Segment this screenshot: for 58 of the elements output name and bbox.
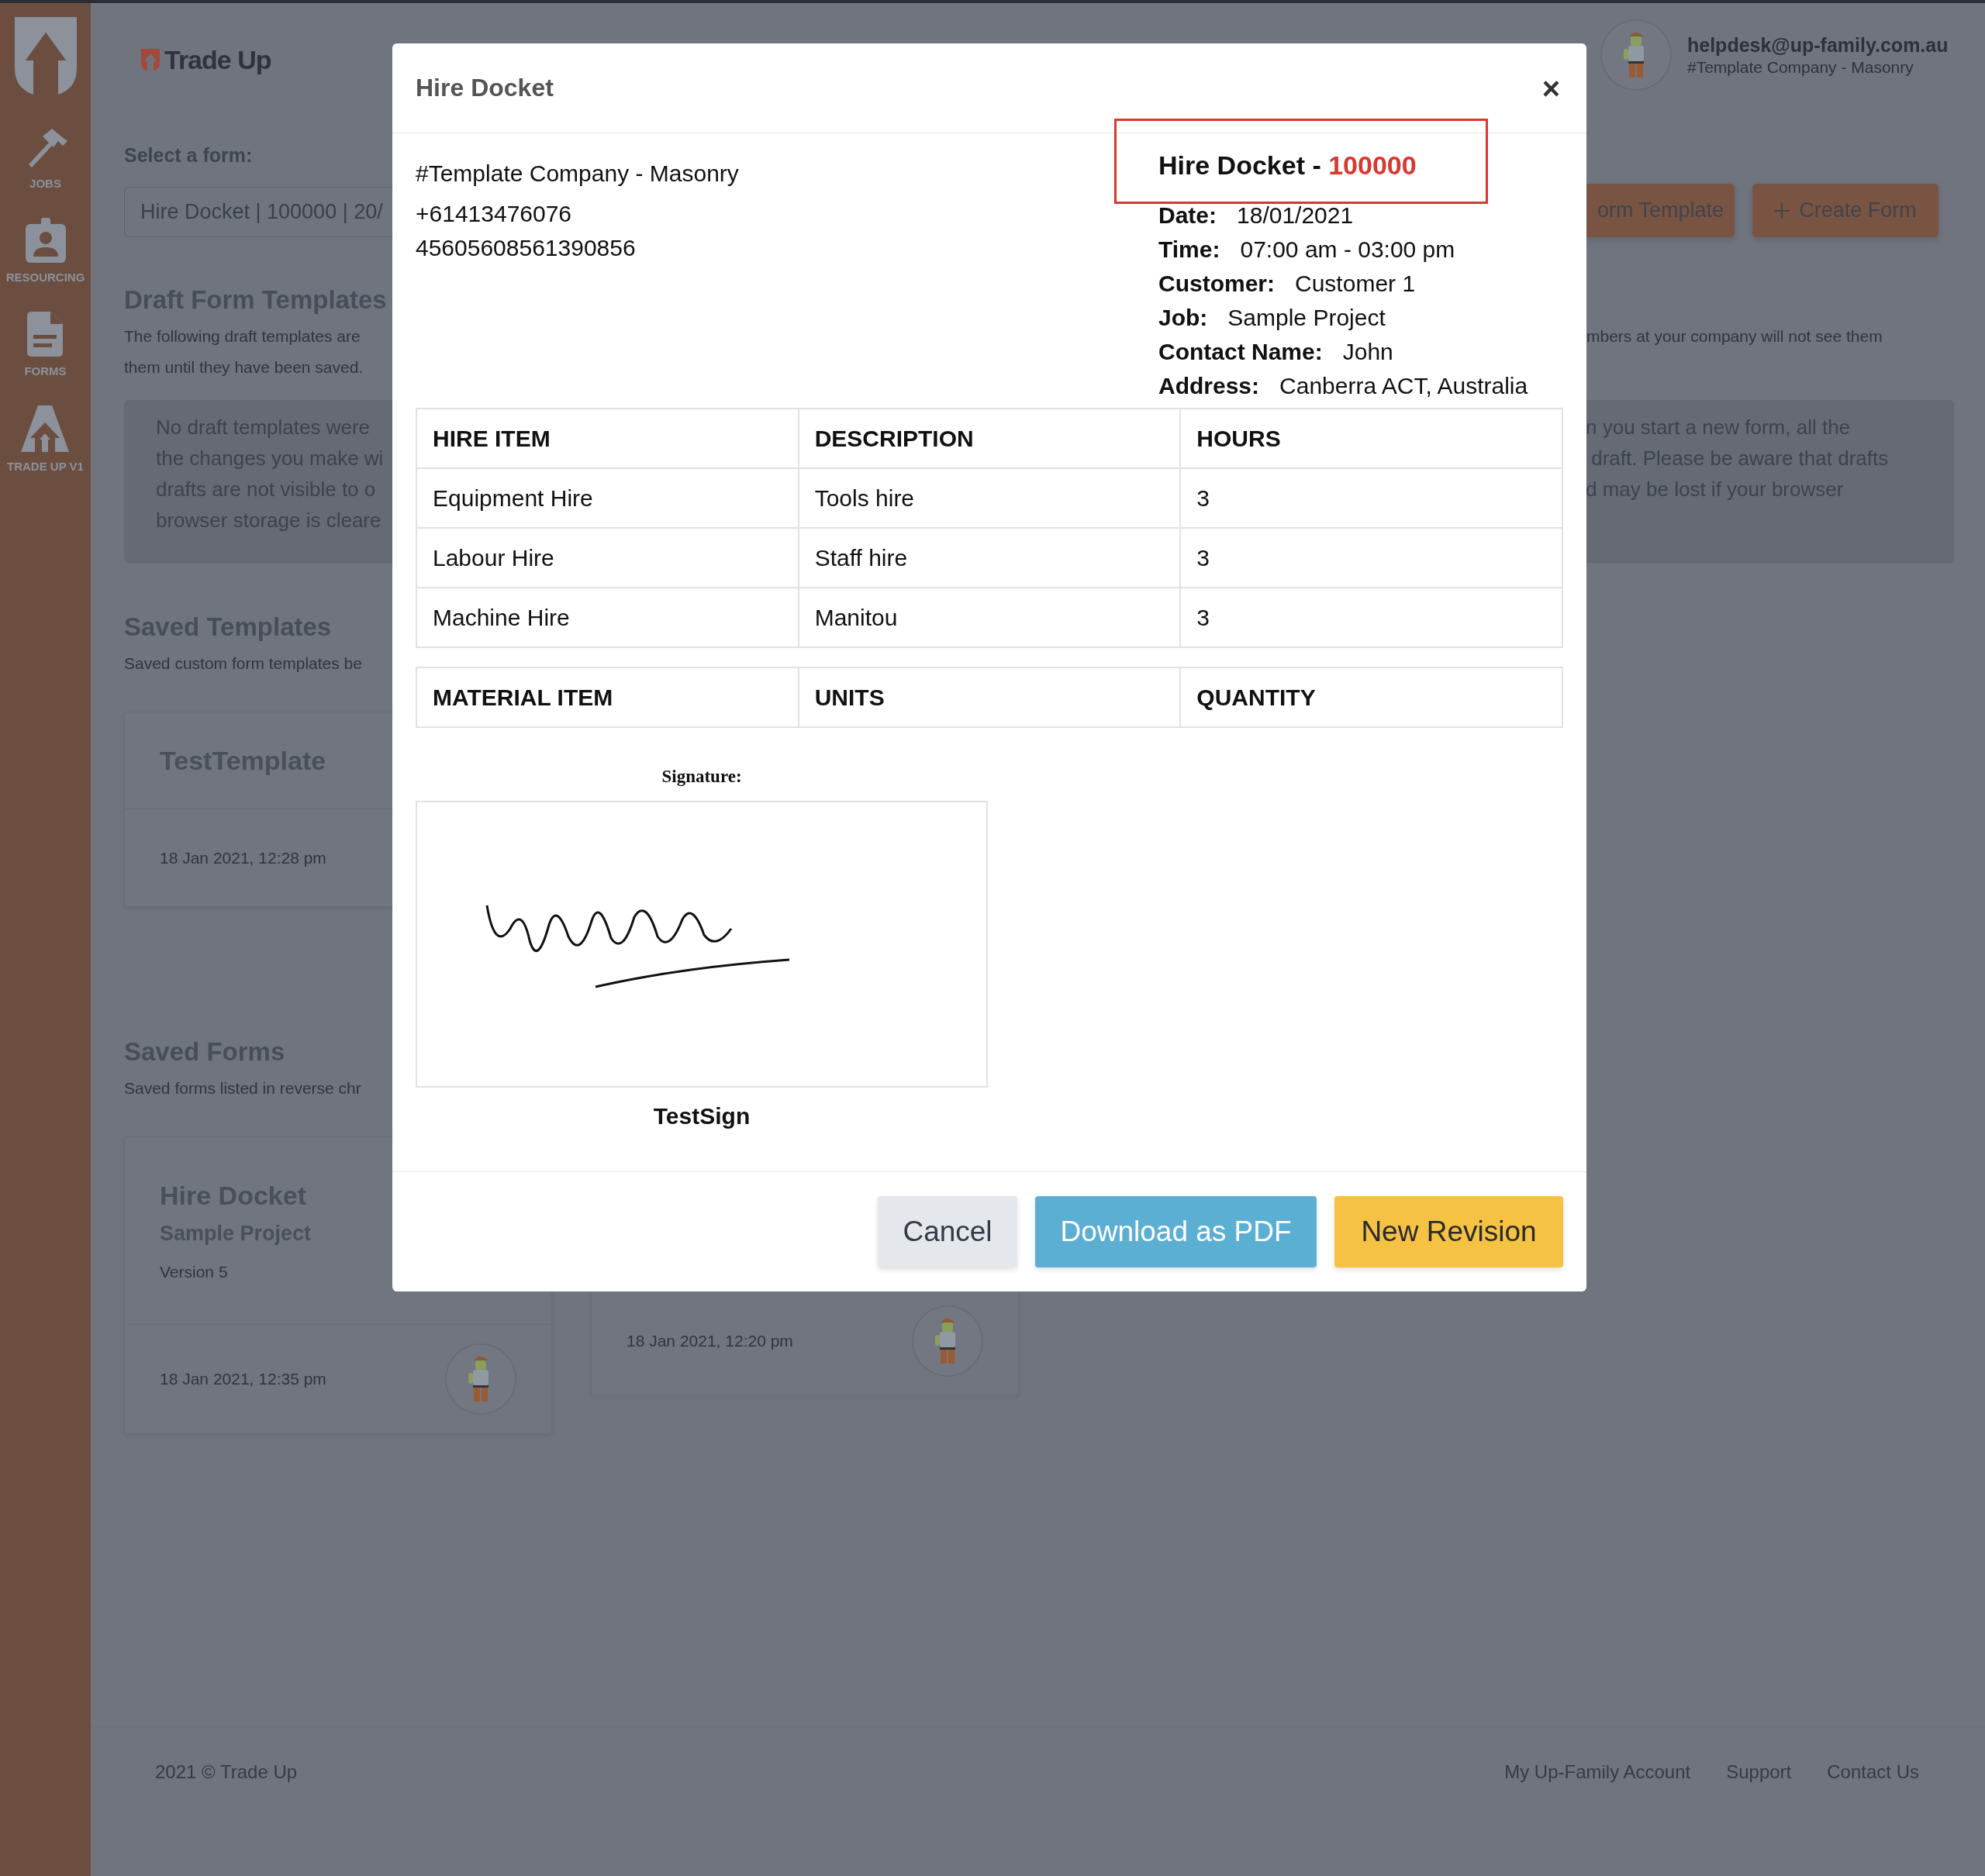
download-button[interactable]: Download as PDF xyxy=(1035,1196,1317,1267)
table-cell: 3 xyxy=(1180,588,1562,647)
docket-field: Date: 18/01/2021 xyxy=(1158,202,1354,228)
card-date: 18 Jan 2021, 12:35 pm xyxy=(160,1370,326,1388)
section-description: Saved forms listed in reverse chr xyxy=(124,1078,361,1098)
modal-title: Hire Docket xyxy=(416,74,554,102)
sidebar-item[interactable]: TRADE UP V1 xyxy=(7,405,84,473)
company-detail: 45605608561390856 xyxy=(416,234,637,262)
table-cell: 3 xyxy=(1180,528,1562,588)
docket-field: Address: Canberra ACT, Australia xyxy=(1158,373,1528,398)
card-date: 18 Jan 2021, 12:20 pm xyxy=(627,1332,793,1350)
sidebar-item[interactable]: JOBS xyxy=(23,126,67,190)
document-icon xyxy=(27,312,64,357)
copyright-text: 2021 © Trade Up xyxy=(155,1761,298,1784)
shield-logo-icon xyxy=(141,49,160,71)
revision-button[interactable]: New Revision xyxy=(1334,1196,1563,1267)
plus-icon xyxy=(1774,202,1790,219)
user-email: helpdesk@up-family.com.au xyxy=(1687,33,1949,57)
table-cell: Equipment Hire xyxy=(416,468,799,528)
section-description: mbers at your company will not see them xyxy=(1586,326,1883,347)
company-detail: +61413476076 xyxy=(416,200,573,228)
logo-text: Trade Up xyxy=(164,44,271,75)
signer-name: TestSign xyxy=(653,1103,751,1129)
cancel-button[interactable]: Cancel xyxy=(878,1196,1017,1267)
table-cell: Tools hire xyxy=(798,468,1181,528)
sidebar-item[interactable]: RESOURCING xyxy=(5,218,85,284)
sidebar-item[interactable]: FORMS xyxy=(24,312,67,378)
column-header: MATERIAL ITEM xyxy=(416,667,799,727)
create-form-button[interactable]: Create Form xyxy=(1752,184,1938,237)
table-cell: Labour Hire xyxy=(416,528,799,588)
card-version: Version 5 xyxy=(160,1262,229,1281)
docket-field: Time: 07:00 am - 03:00 pm xyxy=(1158,236,1455,262)
card-date: 18 Jan 2021, 12:28 pm xyxy=(160,848,326,867)
section-description: The following draft templates are them until they have been saved. xyxy=(124,326,364,378)
footer-link[interactable]: Contact Us xyxy=(1827,1761,1919,1876)
up-arrow-a-icon xyxy=(21,405,70,452)
column-header: DESCRIPTION xyxy=(798,409,1181,468)
column-header: QUANTITY xyxy=(1180,667,1562,727)
footer-link[interactable]: Support xyxy=(1726,1761,1792,1876)
section-description: Saved custom form templates be xyxy=(124,653,362,674)
signature-label: Signature: xyxy=(661,767,742,787)
table-cell: Manitou xyxy=(798,588,1181,647)
table-cell: Machine Hire xyxy=(416,588,799,647)
docket-field: Contact Name: John xyxy=(1158,339,1393,364)
docket-field: Job: Sample Project xyxy=(1158,305,1386,330)
docket-title: Hire Docket - 100000 xyxy=(1158,150,1417,181)
table-cell: Staff hire xyxy=(798,528,1181,588)
column-header: HOURS xyxy=(1180,409,1562,468)
close-button[interactable]: × xyxy=(1538,72,1563,104)
column-header: HIRE ITEM xyxy=(416,409,799,468)
company-detail: #Template Company - Masonry xyxy=(416,160,739,188)
footer-link[interactable]: My Up-Family Account xyxy=(1504,1761,1691,1876)
company-name: #Template Company - Masonry xyxy=(1687,57,1914,77)
column-header: UNITS xyxy=(798,667,1181,727)
table-cell: 3 xyxy=(1180,468,1562,528)
template-button[interactable]: orm Template xyxy=(1586,184,1735,237)
badge-icon xyxy=(25,218,66,263)
docket-field: Customer: Customer 1 xyxy=(1158,271,1416,296)
